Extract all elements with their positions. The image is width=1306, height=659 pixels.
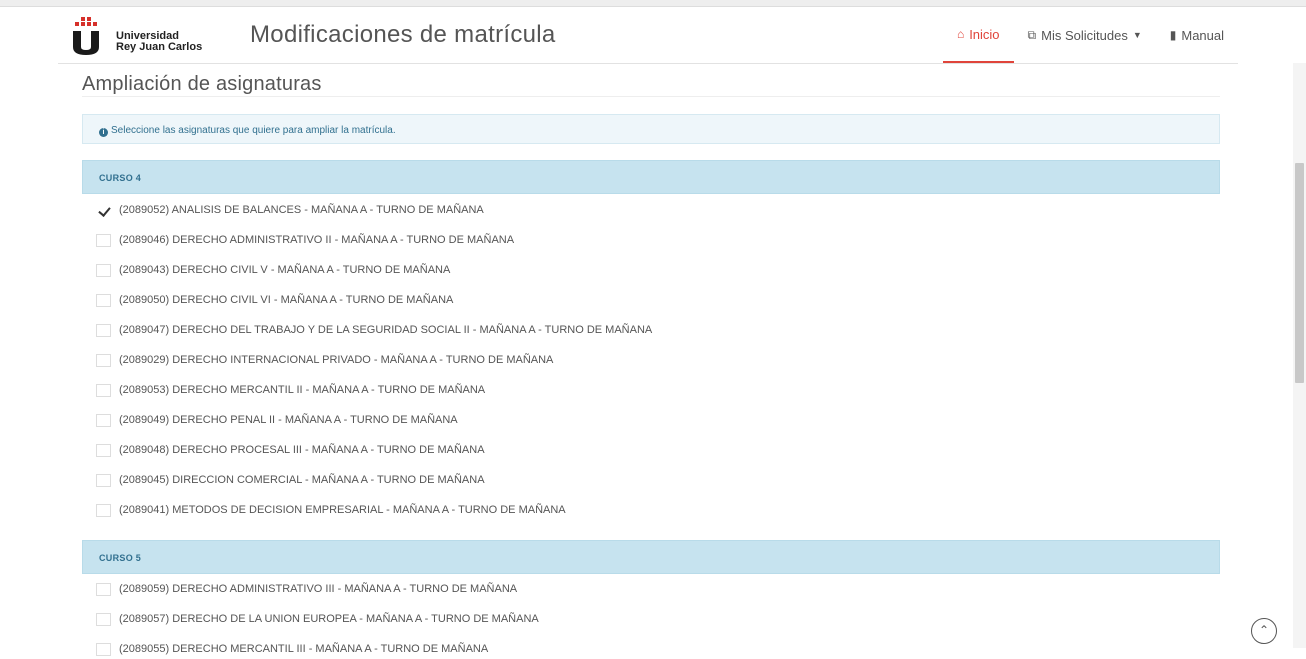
subject-label: (2089047) DERECHO DEL TRABAJO Y DE LA SE… [119, 324, 653, 336]
subject-checkbox[interactable] [96, 383, 111, 397]
subject-checkbox[interactable] [96, 473, 111, 487]
nav-manual[interactable]: ▮ Manual [1156, 7, 1238, 63]
app-title: Modificaciones de matrícula [250, 21, 556, 48]
info-alert: i Seleccione las asignaturas que quiere p… [82, 114, 1220, 144]
subject-row[interactable]: (2089049) DERECHO PENAL II - MAÑANA A - … [96, 410, 458, 430]
subject-label: (2089043) DERECHO CIVIL V - MAÑANA A - T… [119, 264, 451, 276]
university-name: Universidad Rey Juan Carlos [116, 30, 203, 53]
subject-label: (2089053) DERECHO MERCANTIL II - MAÑANA … [119, 384, 486, 396]
subject-label: (2089052) ANALISIS DE BALANCES - MAÑANA … [119, 204, 484, 216]
subject-checkbox[interactable] [96, 263, 111, 277]
subject-label: (2089046) DERECHO ADMINISTRATIVO II - MA… [119, 234, 515, 246]
caret-down-icon: ▼ [1132, 30, 1142, 40]
section-header-curso-4: CURSO 4 [82, 160, 1220, 194]
subject-label: (2089049) DERECHO PENAL II - MAÑANA A - … [119, 414, 458, 426]
subject-label: (2089045) DIRECCION COMERCIAL - MAÑANA A… [119, 474, 485, 486]
subject-row[interactable]: (2089059) DERECHO ADMINISTRATIVO III - M… [96, 579, 517, 599]
scroll-to-top-button[interactable]: ⌃ [1251, 618, 1277, 644]
scrollbar-thumb[interactable] [1295, 163, 1304, 383]
page-title: Ampliación de asignaturas [82, 73, 322, 95]
subject-row[interactable]: (2089055) DERECHO MERCANTIL III - MAÑANA… [96, 639, 488, 659]
subject-checkbox[interactable] [96, 323, 111, 337]
subject-checkbox[interactable] [96, 582, 111, 596]
subject-row[interactable]: (2089047) DERECHO DEL TRABAJO Y DE LA SE… [96, 320, 652, 340]
top-navbar: Universidad Rey Juan Carlos Modificacion… [58, 7, 1238, 64]
nav-mis-solicitudes[interactable]: ⧉ Mis Solicitudes ▼ [1014, 7, 1156, 63]
nav-menu: ⌂ Inicio ⧉ Mis Solicitudes ▼ ▮ Manual [942, 7, 1238, 63]
subject-row[interactable]: (2089052) ANALISIS DE BALANCES - MAÑANA … [96, 200, 484, 220]
subject-label: (2089050) DERECHO CIVIL VI - MAÑANA A - … [119, 294, 454, 306]
subject-row[interactable]: (2089057) DERECHO DE LA UNION EUROPEA - … [96, 609, 539, 629]
subject-row[interactable]: (2089048) DERECHO PROCESAL III - MAÑANA … [96, 440, 485, 460]
subject-checkbox[interactable] [96, 642, 111, 656]
subject-checkbox[interactable] [96, 413, 111, 427]
copy-icon: ⧉ [1027, 27, 1037, 42]
subject-checkbox[interactable] [96, 233, 111, 247]
subject-checkbox[interactable] [96, 353, 111, 367]
section-header-curso-5: CURSO 5 [82, 540, 1220, 574]
subject-label: (2089055) DERECHO MERCANTIL III - MAÑANA… [119, 643, 489, 655]
subject-checkbox[interactable] [96, 293, 111, 307]
subject-row[interactable]: (2089045) DIRECCION COMERCIAL - MAÑANA A… [96, 470, 485, 490]
browser-top-border [0, 0, 1306, 7]
subject-checkbox[interactable] [96, 503, 111, 517]
subject-label: (2089059) DERECHO ADMINISTRATIVO III - M… [119, 583, 518, 595]
home-icon: ⌂ [956, 27, 965, 41]
info-icon: i [99, 128, 108, 137]
subject-row[interactable]: (2089050) DERECHO CIVIL VI - MAÑANA A - … [96, 290, 453, 310]
subject-checkbox[interactable] [96, 443, 111, 457]
chevron-up-icon: ⌃ [1258, 623, 1270, 637]
page-scrollbar[interactable] [1293, 63, 1306, 648]
university-logo[interactable]: Universidad Rey Juan Carlos [70, 17, 220, 57]
book-icon: ▮ [1169, 28, 1177, 42]
subject-label: (2089057) DERECHO DE LA UNION EUROPEA - … [119, 613, 539, 625]
nav-inicio[interactable]: ⌂ Inicio [942, 7, 1014, 63]
heading-divider [82, 96, 1220, 97]
subject-row[interactable]: (2089046) DERECHO ADMINISTRATIVO II - MA… [96, 230, 514, 250]
subject-row[interactable]: (2089053) DERECHO MERCANTIL II - MAÑANA … [96, 380, 485, 400]
subject-row[interactable]: (2089043) DERECHO CIVIL V - MAÑANA A - T… [96, 260, 450, 280]
subject-checkbox[interactable] [96, 612, 111, 626]
subject-label: (2089041) METODOS DE DECISION EMPRESARIA… [119, 504, 566, 516]
subject-label: (2089029) DERECHO INTERNACIONAL PRIVADO … [119, 354, 554, 366]
subject-checkbox[interactable] [96, 203, 111, 217]
subject-row[interactable]: (2089029) DERECHO INTERNACIONAL PRIVADO … [96, 350, 553, 370]
subject-row[interactable]: (2089041) METODOS DE DECISION EMPRESARIA… [96, 500, 566, 520]
urjc-logo-icon [73, 17, 99, 55]
subject-label: (2089048) DERECHO PROCESAL III - MAÑANA … [119, 444, 485, 456]
